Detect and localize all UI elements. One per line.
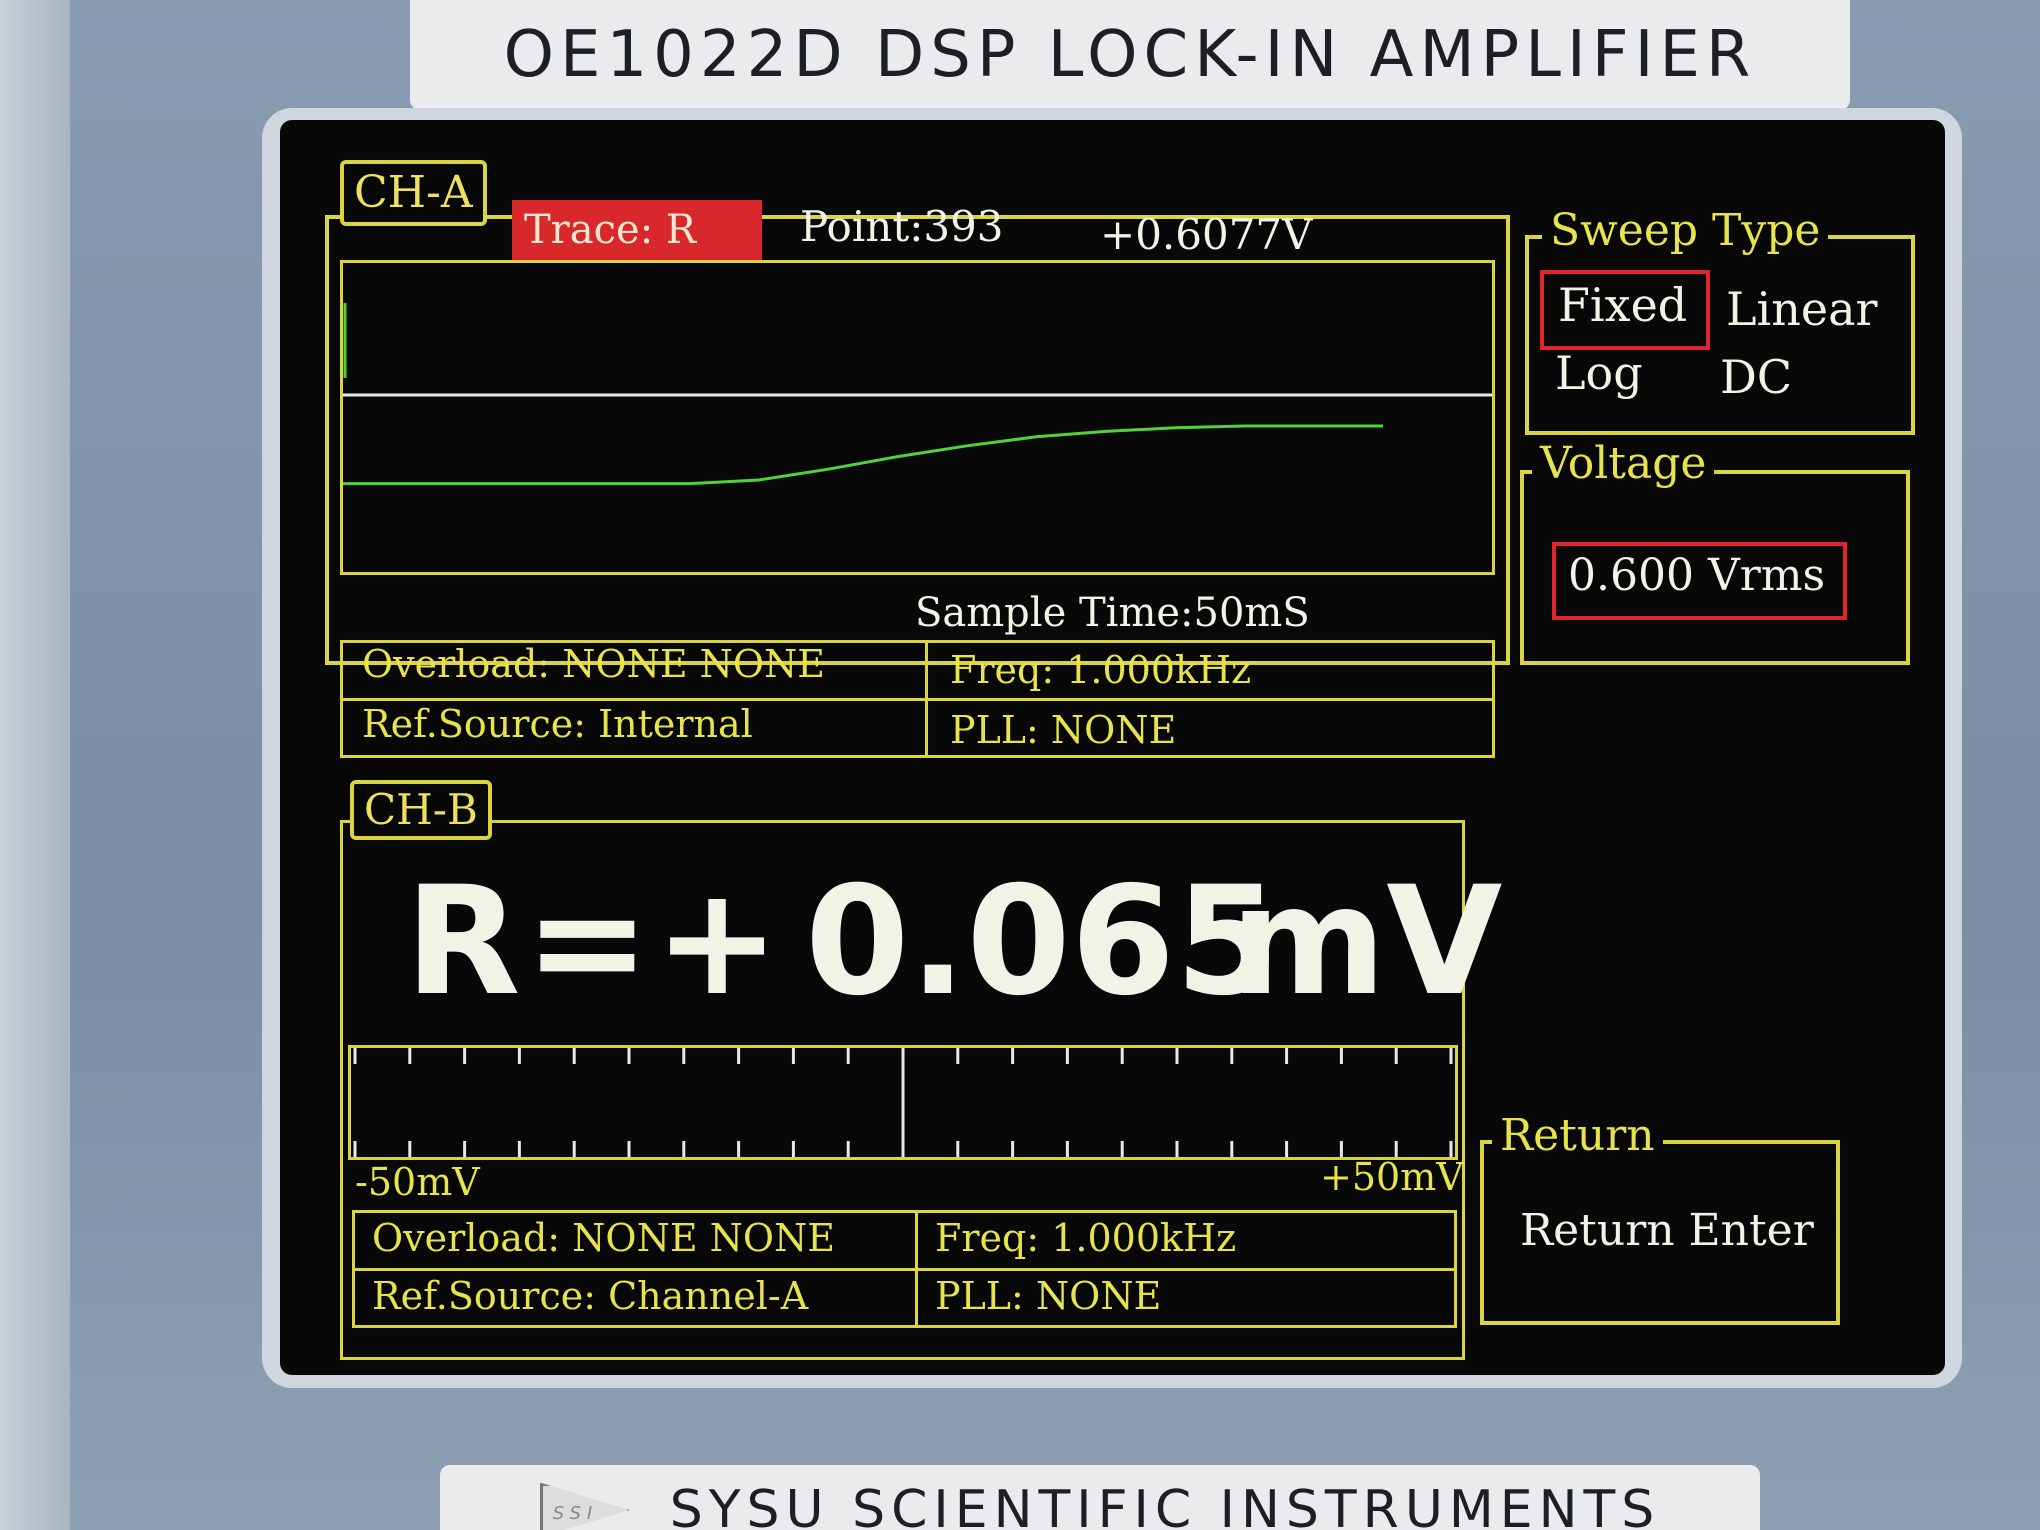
return-enter-button[interactable]: Return Enter: [1520, 1205, 1814, 1256]
sweep-option-dc[interactable]: DC: [1720, 350, 1792, 404]
bar-meter-scale: [353, 1048, 1453, 1157]
sweep-option-fixed[interactable]: Fixed: [1558, 278, 1687, 332]
divider: [915, 1210, 918, 1328]
sample-time: Sample Time:50mS: [915, 590, 1310, 636]
sweep-type-title: Sweep Type: [1542, 205, 1829, 256]
channel-a-freq: Freq: 1.000kHz: [950, 648, 1252, 692]
channel-b-tag[interactable]: CH-B: [350, 780, 492, 840]
bezel-edge: [0, 0, 70, 1530]
sweep-option-linear[interactable]: Linear: [1726, 282, 1878, 336]
trace-plot: [343, 303, 1492, 486]
channel-b-pll: PLL: NONE: [935, 1274, 1162, 1318]
scale-max-label: +50mV: [1320, 1155, 1464, 1199]
trace-line: [343, 424, 1383, 486]
scale-min-label: -50mV: [355, 1160, 480, 1204]
model-title: OE1022D DSP LOCK-IN AMPLIFIER: [503, 18, 1757, 92]
lcd-screen: CH-A Trace: R Point:393 +0.6077V Sample …: [280, 120, 1945, 1375]
sweep-option-log[interactable]: Log: [1555, 346, 1643, 400]
channel-a-tag[interactable]: CH-A: [340, 160, 487, 226]
trace-selector[interactable]: Trace: R: [512, 200, 762, 260]
maker-name: SYSU SCIENTIFIC INSTRUMENTS: [669, 1480, 1661, 1530]
divider: [340, 698, 1495, 701]
channel-a-ref-source: Ref.Source: Internal: [362, 702, 753, 746]
model-title-plate: OE1022D DSP LOCK-IN AMPLIFIER: [410, 0, 1850, 110]
channel-b-freq: Freq: 1.000kHz: [935, 1216, 1237, 1260]
maker-plate: SSI SYSU SCIENTIFIC INSTRUMENTS: [440, 1465, 1760, 1530]
channel-b-reading-prefix: R=+: [405, 855, 784, 1029]
channel-b-reading-value: 0.065: [805, 855, 1280, 1029]
channel-b-reading-unit: mV: [1230, 855, 1503, 1029]
divider: [352, 1268, 1457, 1271]
divider: [925, 640, 928, 758]
voltage-value: 0.600 Vrms: [1568, 550, 1826, 601]
channel-b-ref-source: Ref.Source: Channel-A: [372, 1274, 809, 1318]
channel-a-pll: PLL: NONE: [950, 708, 1177, 752]
point-readout: Point:393: [800, 202, 1004, 251]
channel-a-value: +0.6077V: [1100, 210, 1313, 259]
voltage-title: Voltage: [1532, 438, 1715, 489]
ssi-logo: SSI: [539, 1482, 630, 1530]
return-title: Return: [1492, 1110, 1663, 1161]
channel-a-overload: Overload: NONE NONE: [362, 642, 826, 686]
channel-b-overload: Overload: NONE NONE: [372, 1216, 836, 1260]
